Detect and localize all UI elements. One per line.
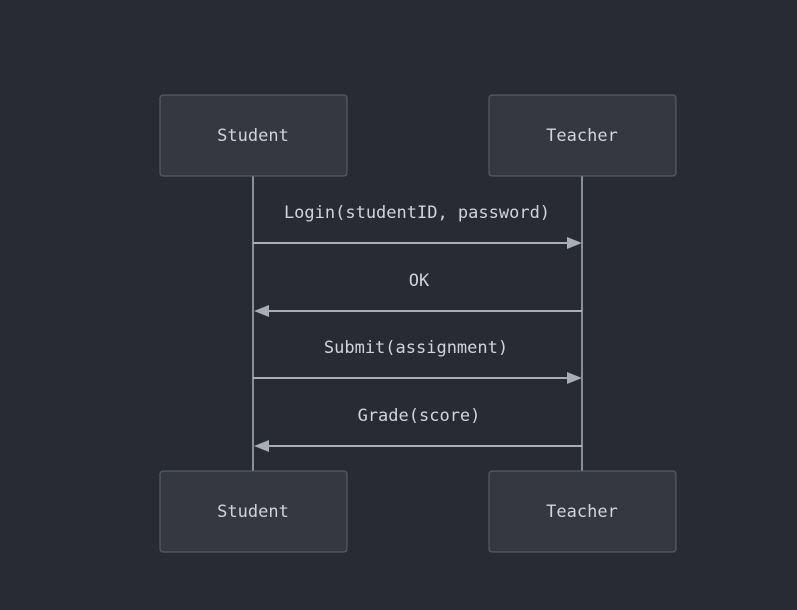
actor-label-student-bottom: Student: [217, 502, 289, 522]
sequence-diagram-canvas: Student Teacher Login(studentID, passwor…: [159, 94, 677, 553]
message-label-1: Login(studentID, password): [284, 203, 550, 223]
message-label-4: Grade(score): [358, 406, 481, 426]
actor-student-top: Student: [159, 94, 348, 177]
message-4: Grade(score): [254, 406, 582, 452]
arrow-head-left-icon: [254, 440, 269, 452]
actor-teacher-bottom: Teacher: [488, 470, 677, 553]
message-3: Submit(assignment): [253, 338, 582, 384]
actor-teacher-top: Teacher: [488, 94, 677, 177]
message-2: OK: [254, 271, 582, 317]
arrow-head-right-icon: [567, 237, 582, 249]
actor-label-student-top: Student: [217, 126, 289, 146]
actor-label-teacher-bottom: Teacher: [546, 502, 618, 522]
arrow-head-left-icon: [254, 305, 269, 317]
message-label-3: Submit(assignment): [324, 338, 508, 358]
actor-label-teacher-top: Teacher: [546, 126, 618, 146]
arrow-head-right-icon: [567, 372, 582, 384]
message-label-2: OK: [409, 271, 430, 291]
actor-student-bottom: Student: [159, 470, 348, 553]
sequence-diagram: Student Teacher Login(studentID, passwor…: [0, 0, 797, 610]
message-1: Login(studentID, password): [253, 203, 582, 249]
